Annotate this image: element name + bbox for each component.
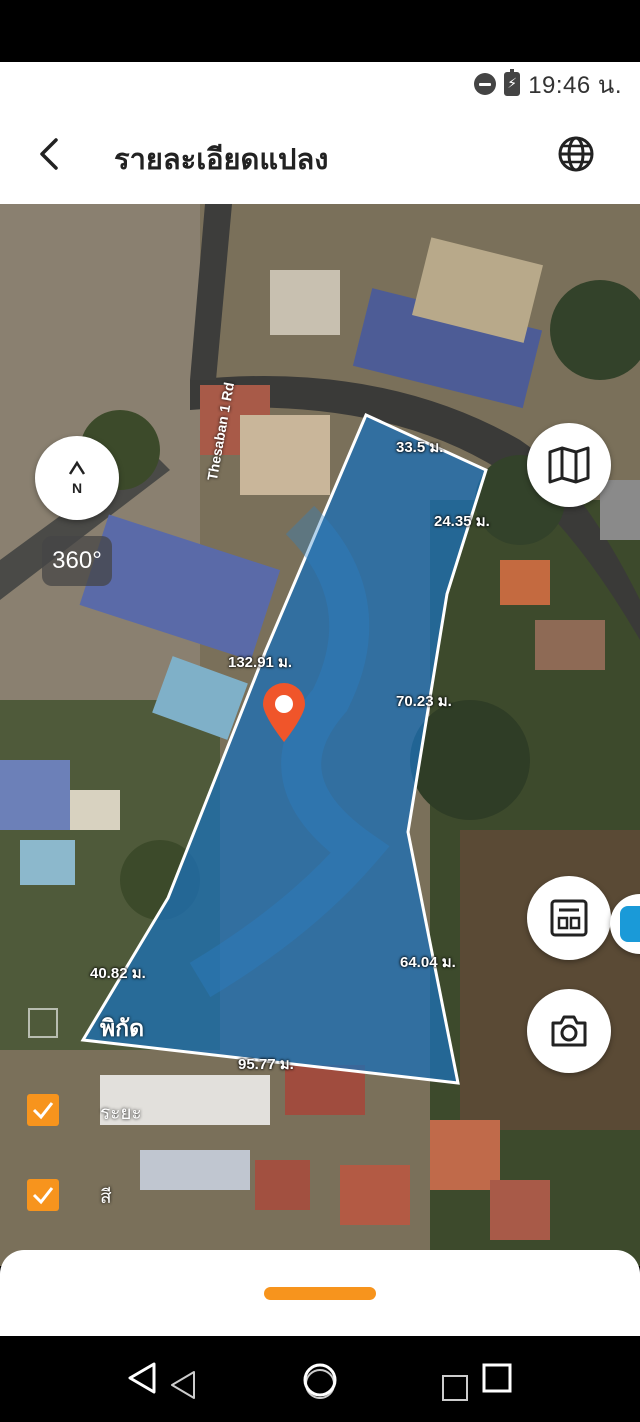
cube-icon (620, 906, 640, 942)
back-button[interactable] (30, 134, 70, 174)
language-button[interactable] (556, 134, 596, 174)
camera-icon (551, 1015, 587, 1047)
battery-charging-icon: ⚡ (504, 69, 521, 96)
bottom-sheet[interactable] (0, 1250, 640, 1336)
page-title: รายละเอียดแปลง (114, 144, 329, 176)
street-view-360-button[interactable]: 360° (42, 536, 112, 586)
compass-north-label: N (71, 480, 83, 496)
checkmark-icon (32, 1187, 54, 1205)
measurement-left-lower: 40.82 ม. (90, 965, 146, 982)
land-document-button[interactable] (527, 876, 611, 960)
do-not-disturb-icon (474, 73, 497, 95)
globe-icon (558, 136, 594, 172)
nav-back-icon[interactable] (122, 1360, 202, 1410)
map-icon (548, 446, 590, 484)
map-marker-square (28, 1008, 58, 1038)
clock: 19:46 น. (528, 71, 622, 99)
layer-color-checkbox[interactable] (27, 1179, 59, 1211)
camera-button[interactable] (527, 989, 611, 1073)
measurement-left-upper: 132.91 ม. (228, 654, 293, 671)
compass-button[interactable]: N (35, 436, 119, 520)
measurement-bottom: 95.77 ม. (238, 1056, 294, 1073)
layer-distance-checkbox[interactable] (27, 1094, 59, 1126)
compass-arrow-icon (68, 460, 86, 475)
status-bar: ⚡ 19:46 น. (0, 62, 640, 106)
measurement-right-lower: 64.04 ม. (400, 954, 456, 971)
sheet-drag-handle[interactable] (264, 1287, 376, 1300)
land-document-icon (550, 899, 588, 937)
checkmark-icon (32, 1102, 54, 1120)
coordinates-label: พิกัด (100, 1015, 145, 1041)
satellite-imagery (0, 204, 640, 1266)
top-black-bar (0, 0, 640, 62)
back-arrow-icon (40, 138, 58, 170)
map-layers-button[interactable] (527, 423, 611, 507)
measurement-top: 33.5 ม. (396, 439, 444, 456)
app-header: รายละเอียดแปลง (0, 106, 640, 204)
nav-recents-icon[interactable] (440, 1360, 520, 1410)
layer-color-label: สี (100, 1187, 112, 1208)
system-nav-bar (0, 1336, 640, 1422)
location-pin-icon[interactable] (261, 682, 307, 744)
measurement-right-upper: 70.23 ม. (396, 693, 452, 710)
measurement-top-right: 24.35 ม. (434, 513, 490, 530)
nav-home-icon[interactable] (298, 1360, 342, 1404)
layer-distance-label: ระยะ (100, 1103, 142, 1124)
satellite-map[interactable]: Thesaban 1 Rd N 360° 33.5 ม. 24.35 ม. 13… (0, 204, 640, 1266)
